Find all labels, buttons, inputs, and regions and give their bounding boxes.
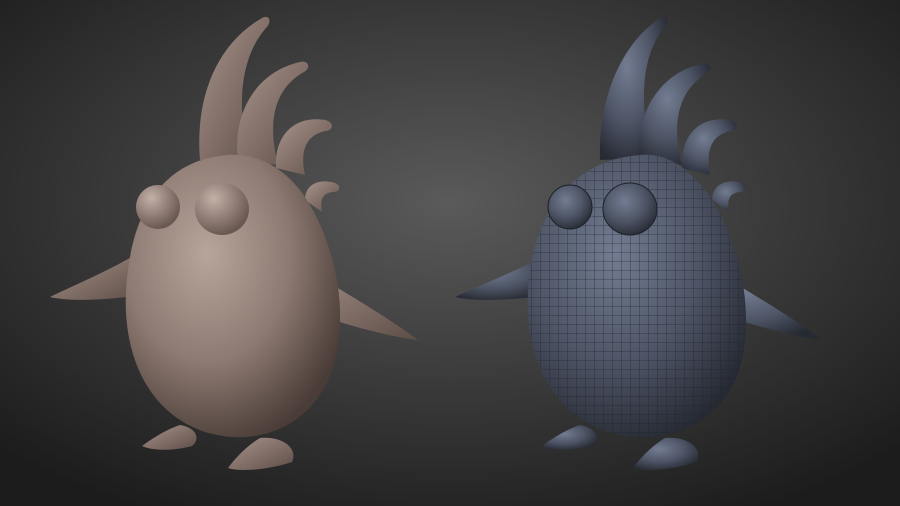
horn-tiny [712,181,747,212]
creature-smooth-model [0,0,450,506]
foot-left [542,425,597,450]
foot-left [142,425,197,450]
horn-small [681,119,737,175]
eye-right [195,183,249,235]
horn-small [275,119,332,175]
foot-right [228,437,294,470]
render-viewport [0,0,900,506]
foot-right [633,437,699,470]
creature-wireframe-model [450,0,900,506]
eye-left [547,184,593,230]
eye-right [602,182,658,236]
eye-left [136,185,180,229]
